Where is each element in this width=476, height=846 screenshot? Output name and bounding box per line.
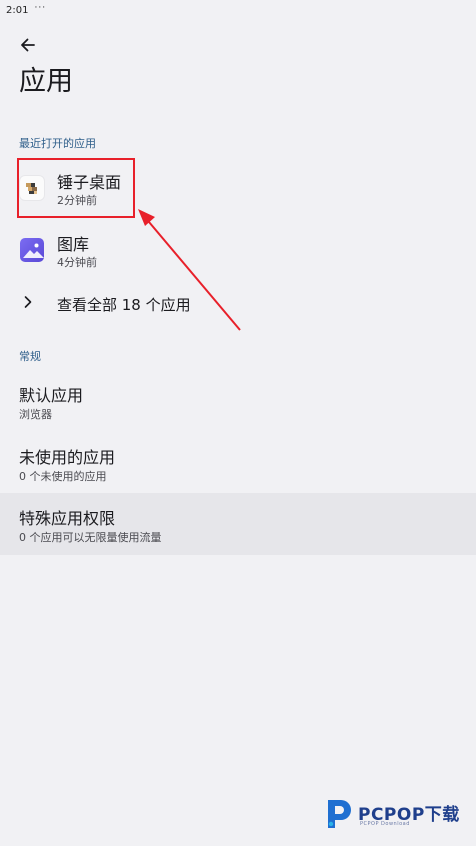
app-last-used: 4分钟前 xyxy=(57,256,97,269)
gallery-icon xyxy=(20,238,44,262)
app-name: 图库 xyxy=(57,235,90,254)
smartisan-launcher-icon xyxy=(20,176,44,200)
watermark-subtitle: PCPOP Download xyxy=(360,821,410,827)
status-more-icon: ··· xyxy=(34,3,47,13)
recent-app-smartisan-launcher[interactable]: 锤子桌面 2分钟前 xyxy=(0,159,476,219)
watermark: PCPOP下载 PCPOP Download xyxy=(322,794,470,834)
unused-apps-item[interactable]: 未使用的应用 0 个未使用的应用 xyxy=(0,432,476,494)
setting-title: 默认应用 xyxy=(19,386,84,405)
app-last-used: 2分钟前 xyxy=(57,194,97,207)
default-apps-item[interactable]: 默认应用 浏览器 xyxy=(0,370,476,432)
chevron-right-icon xyxy=(24,296,32,308)
setting-title: 特殊应用权限 xyxy=(19,509,116,528)
pcpop-logo-icon xyxy=(328,800,351,828)
status-time: 2:01 xyxy=(6,4,29,16)
setting-summary: 0 个未使用的应用 xyxy=(19,470,107,483)
setting-title: 未使用的应用 xyxy=(19,448,116,467)
setting-summary: 浏览器 xyxy=(19,408,52,421)
section-header-general: 常规 xyxy=(19,350,41,363)
section-header-recent-apps: 最近打开的应用 xyxy=(19,137,96,150)
recent-app-gallery[interactable]: 图库 4分钟前 xyxy=(0,221,476,281)
app-name: 锤子桌面 xyxy=(57,173,122,192)
see-all-apps-button[interactable]: 查看全部 18 个应用 xyxy=(0,281,476,325)
see-all-apps-label: 查看全部 18 个应用 xyxy=(57,296,191,314)
status-bar: 2:01 ··· xyxy=(6,2,46,18)
arrow-left-icon xyxy=(21,38,35,52)
special-app-access-item[interactable]: 特殊应用权限 0 个应用可以无限量使用流量 xyxy=(0,493,476,555)
page-title: 应用 xyxy=(19,66,73,97)
back-button[interactable] xyxy=(14,32,42,58)
setting-summary: 0 个应用可以无限量使用流量 xyxy=(19,531,162,544)
